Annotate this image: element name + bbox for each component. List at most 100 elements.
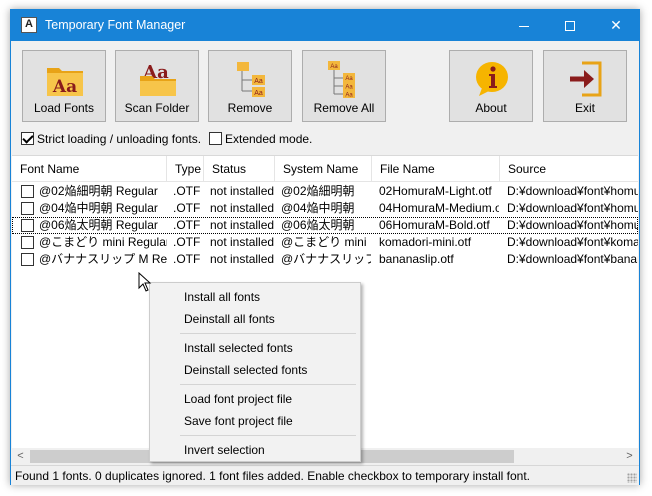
cell-status: not installed: [210, 201, 274, 215]
column-header-status[interactable]: Status: [204, 156, 275, 182]
row-checkbox[interactable]: [21, 236, 34, 249]
load-fonts-label: Load Fonts: [33, 101, 95, 115]
scan-folder-icon: Aa: [140, 62, 176, 96]
strict-loading-label: Strict loading / unloading fonts.: [37, 131, 202, 146]
cell-status: not installed: [210, 252, 274, 266]
cell-system-name: @02焔細明朝: [281, 184, 355, 198]
context-menu: Install all fonts Deinstall all fonts In…: [149, 282, 361, 462]
strict-loading-checkbox[interactable]: [21, 132, 34, 146]
maximize-icon: [565, 21, 575, 32]
row-checkbox[interactable]: [21, 202, 34, 215]
column-header-type[interactable]: Type: [167, 156, 204, 182]
status-bar: Found 1 fonts. 0 duplicates ignored. 1 f…: [11, 465, 639, 485]
cell-source: D:¥download¥font¥homur: [507, 201, 638, 215]
cell-font-name: @02焔細明朝 Regular: [39, 184, 158, 198]
menu-separator: [180, 435, 356, 436]
remove-button[interactable]: Aa Aa Remove: [208, 50, 292, 122]
svg-text:Aa: Aa: [345, 93, 353, 99]
cell-type: .OTF: [173, 235, 201, 249]
menu-item-save-project[interactable]: Save font project file: [184, 414, 293, 428]
scan-folder-button[interactable]: Aa Scan Folder: [115, 50, 199, 122]
scan-folder-label: Scan Folder: [124, 101, 190, 115]
svg-text:Aa: Aa: [345, 85, 353, 91]
close-button[interactable]: ✕: [593, 10, 639, 41]
about-button[interactable]: About: [449, 50, 533, 122]
table-row[interactable]: @06焔太明朝 Regular .OTF not installed @06焔太…: [12, 217, 638, 234]
window-title: Temporary Font Manager: [45, 18, 186, 32]
cell-source: D:¥download¥font¥banan: [507, 252, 638, 266]
scroll-left-icon[interactable]: <: [12, 448, 29, 465]
status-text: Found 1 fonts. 0 duplicates ignored. 1 f…: [15, 469, 530, 483]
cell-status: not installed: [210, 235, 274, 249]
svg-text:Aa: Aa: [330, 64, 338, 70]
cell-source: D:¥download¥font¥homur: [507, 218, 638, 232]
cell-type: .OTF: [173, 184, 201, 198]
table-row[interactable]: @バナナスリップ M Regular .OTF not installed @バ…: [12, 251, 638, 268]
cell-status: not installed: [210, 184, 274, 198]
cell-system-name: @こまどり mini: [281, 235, 367, 249]
exit-button[interactable]: Exit: [543, 50, 627, 122]
svg-text:Aa: Aa: [254, 78, 263, 85]
table-row[interactable]: @04焔中明朝 Regular .OTF not installed @04焔中…: [12, 200, 638, 217]
column-header-system-name[interactable]: System Name: [275, 156, 372, 182]
cell-source: D:¥download¥font¥komad: [507, 235, 638, 249]
cell-font-name: @バナナスリップ M Regular: [39, 252, 167, 266]
minimize-icon: [519, 25, 529, 27]
extended-mode-label: Extended mode.: [225, 131, 313, 146]
cell-file-name: 04HomuraM-Medium.otf: [379, 201, 499, 215]
maximize-button[interactable]: [547, 10, 593, 41]
close-icon: ✕: [610, 17, 622, 33]
app-icon: [21, 17, 37, 33]
menu-item-deinstall-selected[interactable]: Deinstall selected fonts: [184, 363, 307, 377]
row-checkbox[interactable]: [21, 219, 34, 232]
table-row[interactable]: @02焔細明朝 Regular .OTF not installed @02焔細…: [12, 183, 638, 200]
cell-font-name: @06焔太明朝 Regular: [39, 218, 158, 232]
cell-font-name: @こまどり mini Regular: [39, 235, 167, 249]
menu-item-invert-selection[interactable]: Invert selection: [184, 443, 265, 457]
svg-text:Aa: Aa: [345, 76, 353, 82]
app-window: Temporary Font Manager ✕ Aa Load Fonts A…: [10, 9, 640, 485]
exit-door-icon: [570, 61, 602, 97]
cell-type: .OTF: [173, 218, 201, 232]
load-fonts-button[interactable]: Aa Load Fonts: [22, 50, 106, 122]
mouse-pointer-icon: [138, 272, 152, 292]
svg-text:Aa: Aa: [254, 90, 263, 97]
cell-type: .OTF: [173, 252, 201, 266]
remove-label: Remove: [227, 101, 273, 115]
about-label: About: [475, 101, 507, 115]
cell-system-name: @04焔中明朝: [281, 201, 355, 215]
cell-file-name: 02HomuraM-Light.otf: [379, 184, 492, 198]
resize-grip-icon[interactable]: [627, 473, 637, 483]
svg-text:Aa: Aa: [52, 77, 77, 97]
cell-system-name: @バナナスリップ M: [281, 252, 371, 266]
remove-all-button[interactable]: Aa Aa Aa Aa Remove All: [302, 50, 386, 122]
remove-tree-icon: Aa Aa: [237, 62, 265, 97]
folder-font-icon: Aa: [47, 68, 83, 97]
menu-item-install-all[interactable]: Install all fonts: [184, 290, 260, 304]
column-header-source[interactable]: Source: [500, 156, 638, 182]
strict-loading-option[interactable]: Strict loading / unloading fonts.: [21, 131, 201, 146]
cell-system-name: @06焔太明朝: [281, 218, 355, 232]
menu-item-install-selected[interactable]: Install selected fonts: [184, 341, 293, 355]
table-row[interactable]: @こまどり mini Regular .OTF not installed @こ…: [12, 234, 638, 251]
minimize-button[interactable]: [501, 10, 547, 41]
menu-separator: [180, 384, 356, 385]
extended-mode-option[interactable]: Extended mode.: [209, 131, 312, 146]
extended-mode-checkbox[interactable]: [209, 132, 222, 146]
cell-file-name: komadori-mini.otf: [379, 235, 472, 249]
row-checkbox[interactable]: [21, 185, 34, 198]
cell-file-name: bananaslip.otf: [379, 252, 454, 266]
info-icon: [476, 62, 508, 96]
cell-font-name: @04焔中明朝 Regular: [39, 201, 158, 215]
column-header-file-name[interactable]: File Name: [372, 156, 500, 182]
toolbar: Aa Load Fonts Aa Scan Folder Aa Aa Remov…: [11, 41, 639, 155]
menu-item-load-project[interactable]: Load font project file: [184, 392, 292, 406]
list-header: Font Name Type Status System Name File N…: [12, 156, 638, 182]
cell-type: .OTF: [173, 201, 201, 215]
row-checkbox[interactable]: [21, 253, 34, 266]
menu-item-deinstall-all[interactable]: Deinstall all fonts: [184, 312, 275, 326]
title-bar[interactable]: Temporary Font Manager ✕: [11, 10, 639, 41]
scroll-right-icon[interactable]: >: [621, 448, 638, 465]
column-header-font-name[interactable]: Font Name: [12, 156, 167, 182]
cell-source: D:¥download¥font¥homur: [507, 184, 638, 198]
